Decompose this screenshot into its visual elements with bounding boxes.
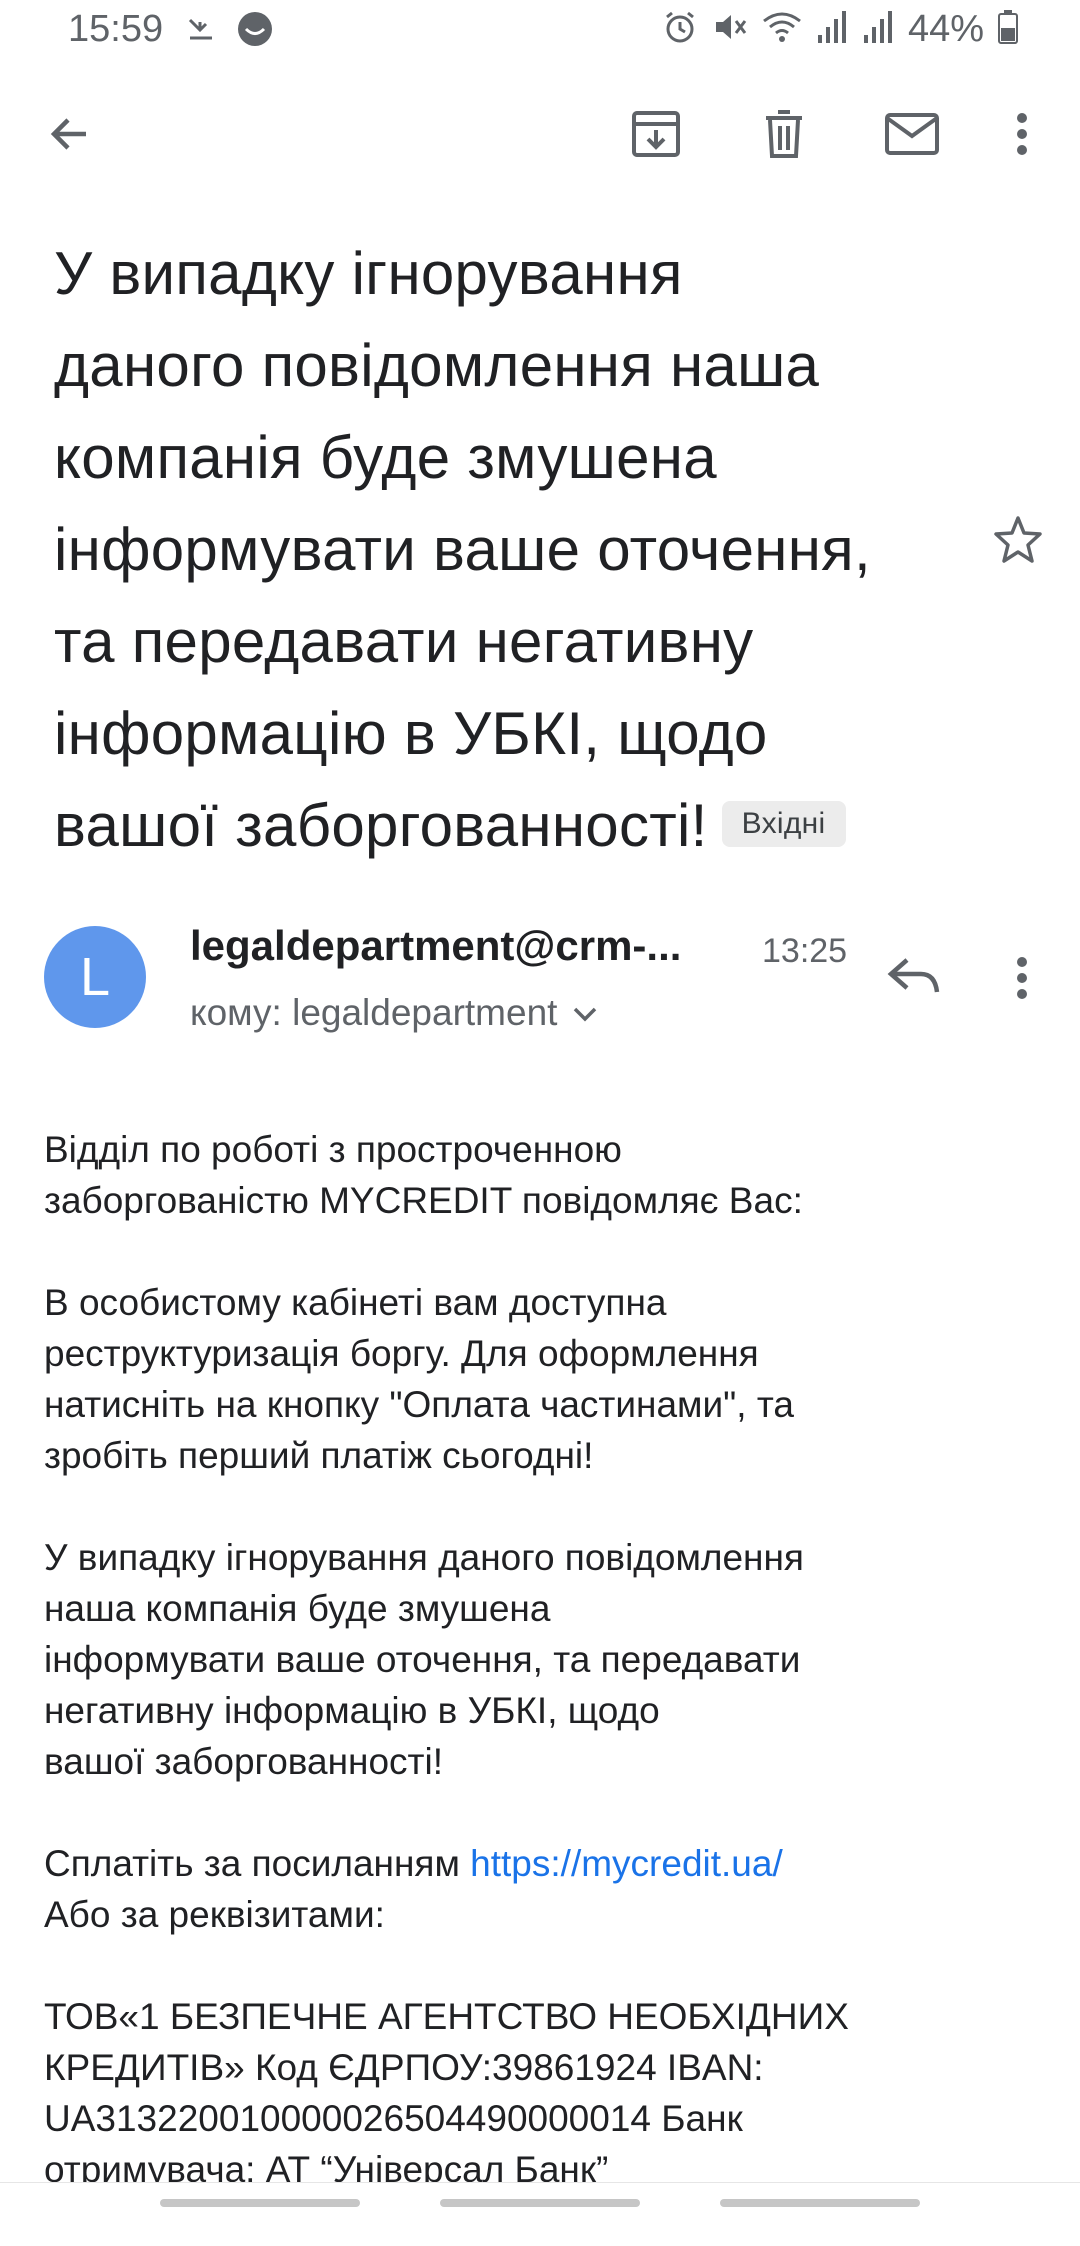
more-options-button[interactable] <box>992 106 1052 166</box>
missed-call-icon <box>186 14 216 49</box>
body-line: Відділ по роботі з простроченною <box>44 1129 622 1170</box>
email-time: 13:25 <box>762 932 848 970</box>
subject-line: У випадку ігнорування <box>54 240 683 307</box>
chevron-down-icon <box>571 992 599 1034</box>
sender-address[interactable]: legaldepartment@crm-... <box>190 922 681 970</box>
body-line: негативну інформацію в УБКІ, щодо <box>44 1690 660 1731</box>
back-nav-button[interactable] <box>720 2199 920 2207</box>
body-line: заборгованістю MYCREDIT повідомляє Вас: <box>44 1180 803 1221</box>
signal-icon <box>816 9 848 50</box>
body-paragraph: В особистому кабінеті вам доступна рестр… <box>44 1277 1044 1481</box>
body-line: вашої заборгованності! <box>44 1741 443 1782</box>
body-line: КРЕДИТІВ» Код ЄДРПОУ:39861924 IBAN: <box>44 2047 764 2088</box>
battery-icon <box>998 10 1018 49</box>
body-paragraph: У випадку ігнорування даного повідомленн… <box>44 1532 1044 1787</box>
trash-icon <box>760 108 808 165</box>
body-line: Або за реквізитами: <box>44 1894 385 1935</box>
recipient-details-toggle[interactable]: кому: legaldepartment <box>190 992 599 1034</box>
back-button[interactable] <box>40 106 100 166</box>
body-line: ТОВ«1 БЕЗПЕЧНЕ АГЕНТСТВО НЕОБХІДНИХ <box>44 1996 849 2037</box>
wifi-icon <box>762 9 802 50</box>
back-arrow-icon <box>46 110 94 163</box>
payment-link[interactable]: https://mycredit.ua/ <box>470 1843 783 1884</box>
body-line: реструктуризація боргу. Для оформлення <box>44 1333 759 1374</box>
body-line: інформувати ваше оточення, та передавати <box>44 1639 801 1680</box>
archive-button[interactable] <box>626 106 686 166</box>
more-vert-icon <box>1016 956 1028 1005</box>
home-button[interactable] <box>440 2199 640 2207</box>
body-line: натисніть на кнопку "Оплата частинами", … <box>44 1384 794 1425</box>
app-notification-icon <box>236 10 274 53</box>
mail-icon <box>884 112 940 161</box>
body-line: наша компанія буде змушена <box>44 1588 551 1629</box>
star-button[interactable] <box>990 512 1046 568</box>
alarm-icon <box>662 9 698 50</box>
body-line: зробіть перший платіж сьогодні! <box>44 1435 594 1476</box>
subject-line: інформацію в УБКІ, щодо <box>54 700 768 767</box>
body-paragraph: Відділ по роботі з простроченною заборго… <box>44 1124 1044 1226</box>
inbox-label-chip[interactable]: Вхідні <box>721 801 846 848</box>
signal-icon <box>862 9 894 50</box>
body-line: У випадку ігнорування даного повідомленн… <box>44 1537 804 1578</box>
sender-avatar[interactable]: L <box>44 926 146 1028</box>
status-time: 15:59 <box>68 8 164 50</box>
mark-unread-button[interactable] <box>882 106 942 166</box>
body-paragraph: Сплатіть за посиланням https://mycredit.… <box>44 1838 1044 1940</box>
system-nav-bar <box>0 2182 1080 2221</box>
subject-line: даного повідомлення наша <box>54 332 820 399</box>
recent-apps-button[interactable] <box>160 2199 360 2207</box>
mute-icon <box>712 9 748 50</box>
body-line: UA313220010000026504490000014 Банк <box>44 2098 743 2139</box>
recipient-label: кому: legaldepartment <box>190 992 558 1033</box>
more-vert-icon <box>1016 112 1028 161</box>
body-line: Сплатіть за посиланням <box>44 1843 471 1884</box>
star-icon <box>990 516 1046 572</box>
message-more-button[interactable] <box>992 950 1052 1010</box>
email-subject: У випадку ігнорування даного повідомленн… <box>54 228 954 872</box>
battery-percent: 44% <box>907 8 984 50</box>
subject-line: вашої заборгованності! <box>54 792 708 859</box>
reply-button[interactable] <box>884 948 944 1008</box>
archive-icon <box>630 108 682 165</box>
body-line: В особистому кабінеті вам доступна <box>44 1282 667 1323</box>
subject-line: інформувати ваше оточення, <box>54 516 871 583</box>
body-paragraph: ТОВ«1 БЕЗПЕЧНЕ АГЕНТСТВО НЕОБХІДНИХ КРЕД… <box>44 1991 1044 2195</box>
subject-line: компанія буде змушена <box>54 424 717 491</box>
reply-icon <box>887 956 941 1001</box>
subject-line: та передавати негативну <box>54 608 754 675</box>
email-body: Відділ по роботі з простроченною заборго… <box>44 1124 1044 2246</box>
delete-button[interactable] <box>754 106 814 166</box>
